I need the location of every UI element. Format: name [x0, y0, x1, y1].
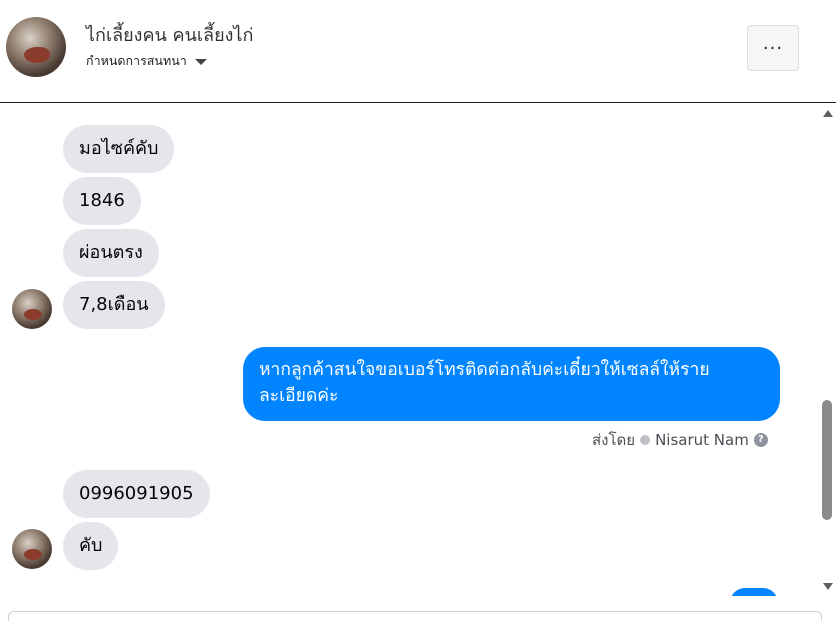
outgoing-message: หากลูกค้าสนใจขอเบอร์โทรติดต่อกลับค่ะเดี๋… — [243, 347, 780, 421]
more-options-button[interactable]: ··· — [747, 25, 799, 71]
sent-by-info: ส่งโดย Nisarut Nam ? — [592, 428, 768, 452]
incoming-message: มอไซค์คับ — [63, 125, 175, 173]
outgoing-message-partial — [730, 588, 778, 596]
message-composer[interactable] — [8, 611, 822, 621]
contact-avatar[interactable] — [6, 17, 66, 77]
scrollbar-thumb[interactable] — [822, 400, 832, 520]
more-horizontal-icon: ··· — [762, 37, 784, 59]
contact-name[interactable]: ไก่เลี้ยงคน คนเลี้ยงไก่ — [86, 20, 253, 49]
caret-down-icon — [194, 59, 207, 65]
sender-avatar — [12, 289, 52, 329]
check-circle-icon — [640, 435, 651, 445]
sent-by-label: ส่งโดย — [592, 431, 636, 449]
sender-avatar — [12, 529, 52, 569]
incoming-message: 7,8เดือน — [63, 281, 165, 329]
message-thread[interactable]: มอไซค์คับ 1846 ผ่อนตรง 7,8เดือน หากลูกค้… — [0, 104, 836, 596]
incoming-message: ผ่อนตรง — [63, 229, 159, 277]
conversation-settings-dropdown[interactable]: กำหนดการสนทนา — [86, 51, 207, 71]
scroll-down-icon[interactable] — [823, 583, 833, 590]
scroll-up-icon[interactable] — [823, 110, 833, 117]
sender-name[interactable]: Nisarut Nam — [655, 431, 749, 449]
chat-scrollbar[interactable] — [820, 104, 836, 596]
question-circle-icon[interactable]: ? — [753, 433, 768, 447]
conversation-header: ไก่เลี้ยงคน คนเลี้ยงไก่ กำหนดการสนทนา ··… — [0, 0, 836, 103]
incoming-message: คับ — [63, 522, 119, 570]
incoming-message: 0996091905 — [63, 470, 210, 518]
incoming-message: 1846 — [63, 177, 141, 225]
conversation-settings-label: กำหนดการสนทนา — [86, 53, 187, 68]
